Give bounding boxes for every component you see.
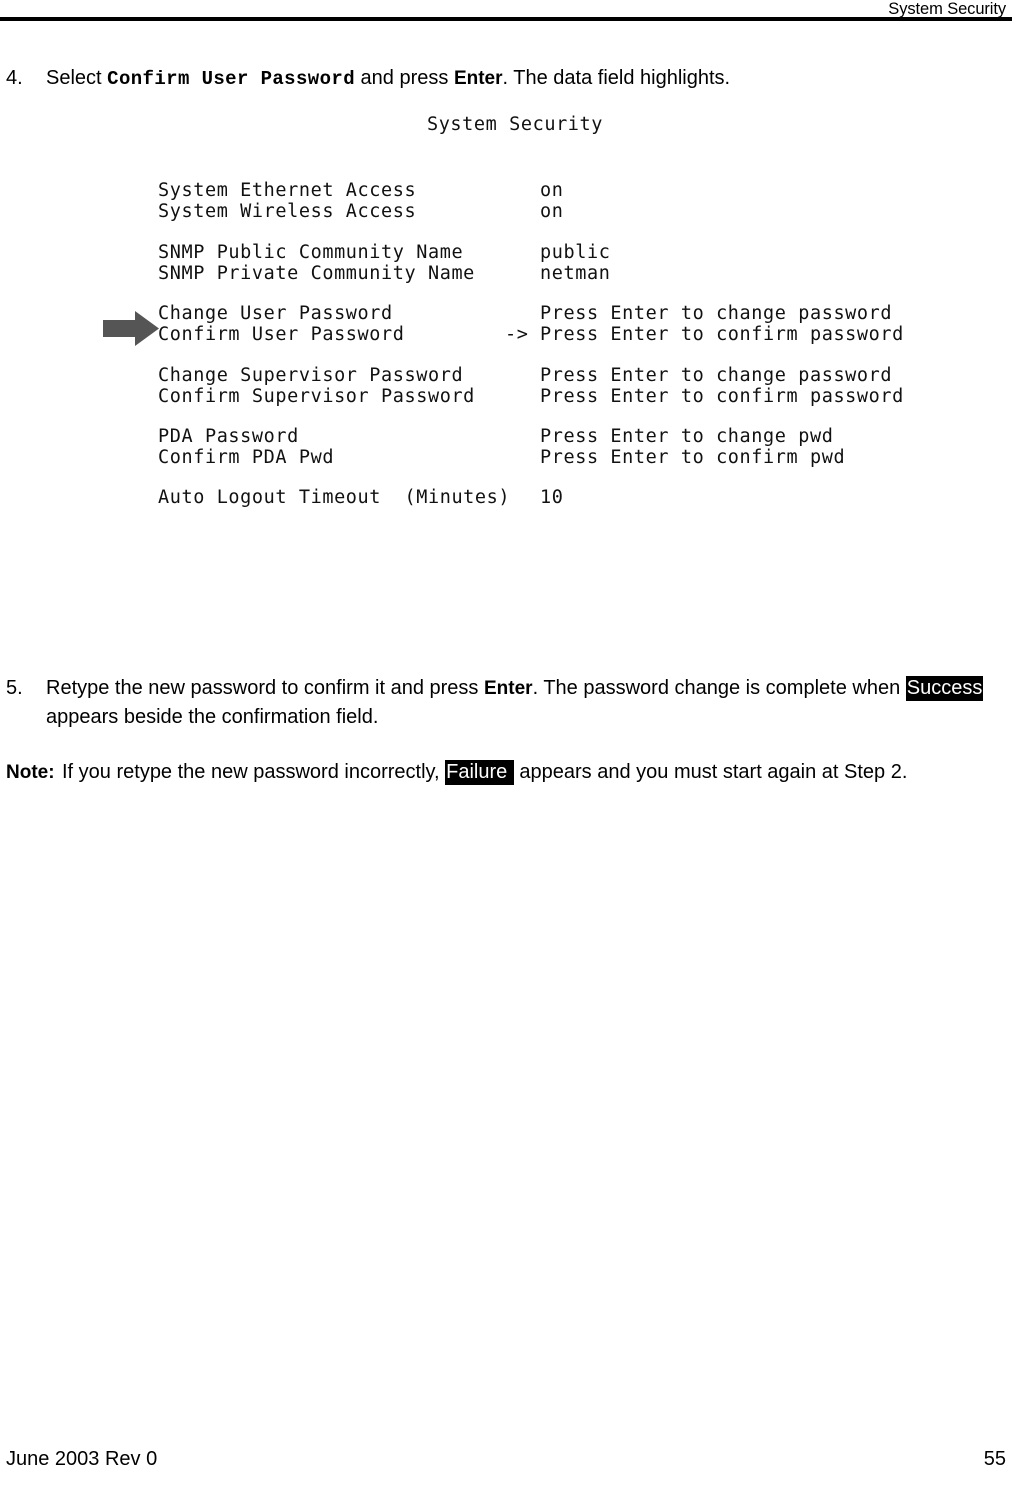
- footer-page-number: 55: [983, 1448, 1006, 1470]
- terminal-row-change-user-password[interactable]: Change User Password Press Enter to chan…: [100, 303, 930, 324]
- step-4-text-tail: . The data field highlights.: [502, 67, 731, 89]
- terminal-cursor-marker-icon: ->: [505, 324, 529, 345]
- terminal-row-label: Change User Password: [158, 303, 393, 324]
- terminal-row-pda-password[interactable]: PDA Password Press Enter to change pwd: [100, 426, 930, 447]
- header-rule-divider: [0, 17, 1012, 21]
- terminal-row-value: Press Enter to change pwd: [540, 426, 834, 447]
- step-4-menu-item-name: Confirm User Password: [107, 68, 355, 90]
- terminal-row-label: PDA Password: [158, 426, 299, 447]
- terminal-screen-capture: System Security System Ethernet Access o…: [100, 108, 930, 648]
- note-text-tail: appears and you must start again at Step…: [513, 761, 908, 783]
- step-4-text: Select Confirm User Password and press E…: [46, 64, 996, 94]
- note-text: If you retype the new password incorrect…: [62, 758, 1006, 787]
- terminal-row-label: SNMP Private Community Name: [158, 263, 475, 284]
- terminal-row-confirm-supervisor-password[interactable]: Confirm Supervisor Password Press Enter …: [100, 386, 930, 407]
- step-5-number: 5.: [6, 677, 23, 699]
- terminal-title: System Security: [426, 114, 604, 135]
- note-text-lead: If you retype the new password incorrect…: [62, 761, 446, 783]
- terminal-row-label: Confirm PDA Pwd: [158, 447, 335, 468]
- step-4: 4. Select Confirm User Password and pres…: [6, 64, 996, 94]
- terminal-row-value: Press Enter to change password: [540, 303, 893, 324]
- terminal-row-label: Confirm Supervisor Password: [158, 386, 475, 407]
- terminal-row-label: Change Supervisor Password: [158, 365, 464, 386]
- page-footer: June 2003 Rev 0 55: [0, 1446, 1012, 1474]
- step-4-number: 4.: [6, 67, 23, 89]
- terminal-row-label: System Ethernet Access: [158, 180, 417, 201]
- terminal-row-value: on: [540, 180, 564, 201]
- step-5-text-mid: . The password change is complete when: [532, 677, 906, 699]
- terminal-row-label: SNMP Public Community Name: [158, 242, 464, 263]
- terminal-row-value: Press Enter to change password: [540, 365, 893, 386]
- terminal-row-value: public: [540, 242, 611, 263]
- note-label: Note:: [6, 762, 55, 783]
- step-5: 5. Retype the new password to confirm it…: [6, 674, 1006, 732]
- terminal-row-value: Press Enter to confirm password: [540, 324, 904, 345]
- terminal-row-snmp-private-community-name[interactable]: SNMP Private Community Name netman: [100, 263, 930, 284]
- terminal-row-system-wireless-access[interactable]: System Wireless Access on: [100, 201, 930, 222]
- step-4-text-mid: and press: [355, 67, 454, 89]
- terminal-row-label: System Wireless Access: [158, 201, 417, 222]
- footer-revision-text: June 2003 Rev 0: [6, 1448, 158, 1470]
- terminal-row-value: Press Enter to confirm password: [540, 386, 904, 407]
- terminal-row-confirm-user-password[interactable]: Confirm User Password -> Press Enter to …: [100, 324, 930, 345]
- note-block: Note: If you retype the new password inc…: [6, 758, 1006, 787]
- terminal-row-value: netman: [540, 263, 611, 284]
- terminal-row-label: Confirm User Password: [158, 324, 405, 345]
- status-badge-success: Success: [905, 676, 984, 701]
- terminal-row-value: Press Enter to confirm pwd: [540, 447, 846, 468]
- step-5-text-lead: Retype the new password to confirm it an…: [46, 677, 484, 699]
- selection-arrow-icon: [103, 311, 159, 346]
- terminal-row-value: on: [540, 201, 564, 222]
- terminal-row-value: 10: [540, 487, 564, 508]
- terminal-row-change-supervisor-password[interactable]: Change Supervisor Password Press Enter t…: [100, 365, 930, 386]
- terminal-row-confirm-pda-pwd[interactable]: Confirm PDA Pwd Press Enter to confirm p…: [100, 447, 930, 468]
- terminal-row-auto-logout-timeout[interactable]: Auto Logout Timeout (Minutes) 10: [100, 487, 930, 508]
- step-5-text-tail: appears beside the confirmation field.: [46, 706, 379, 728]
- step-5-key-enter: Enter: [484, 678, 533, 699]
- terminal-row-label: Auto Logout Timeout (Minutes): [158, 487, 511, 508]
- step-4-text-lead: Select: [46, 67, 108, 89]
- step-4-key-enter: Enter: [453, 68, 503, 89]
- terminal-row-snmp-public-community-name[interactable]: SNMP Public Community Name public: [100, 242, 930, 263]
- status-badge-failure: Failure: [445, 760, 514, 785]
- step-5-text: Retype the new password to confirm it an…: [46, 674, 1008, 732]
- terminal-row-system-ethernet-access[interactable]: System Ethernet Access on: [100, 180, 930, 201]
